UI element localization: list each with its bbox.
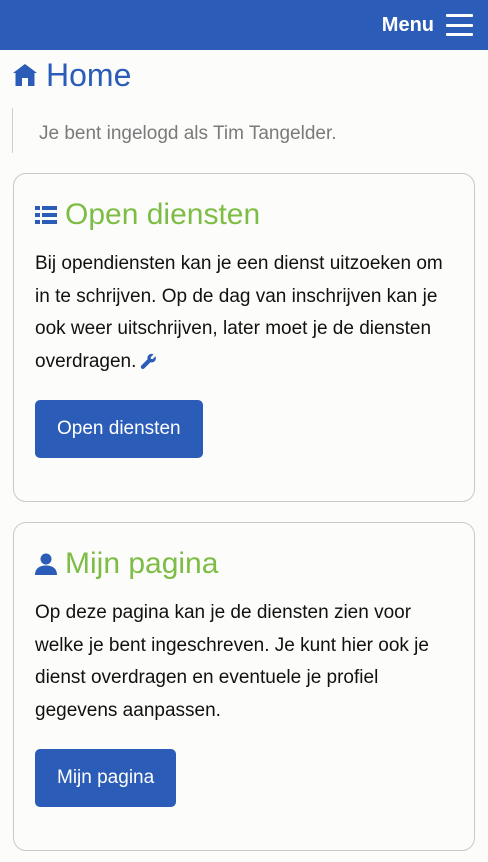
card-description: Bij opendiensten kan je een dienst uitzo… xyxy=(35,248,453,378)
wrench-icon xyxy=(141,353,157,369)
login-status-text: Je bent ingelogd als Tim Tangelder. xyxy=(39,123,337,144)
card-description: Op deze pagina kan je de diensten zien v… xyxy=(35,602,429,721)
page-title: Home xyxy=(46,56,132,93)
page-heading: Home xyxy=(0,56,488,93)
card-header: Mijn pagina xyxy=(35,545,453,583)
card-description-text: Bij opendiensten kan je een dienst uitzo… xyxy=(35,253,443,372)
mijn-pagina-button[interactable]: Mijn pagina xyxy=(35,749,177,807)
top-navbar: Menu xyxy=(0,0,488,50)
menu-label: Menu xyxy=(381,13,434,36)
card-header: Open diensten xyxy=(35,196,453,234)
login-note: Je bent ingelogd als Tim Tangelder. xyxy=(12,108,488,153)
menu-toggle-button[interactable]: Menu xyxy=(382,14,473,37)
card-title: Mijn pagina xyxy=(65,547,219,580)
card-title: Open diensten xyxy=(65,198,261,231)
mijn-pagina-card: Mijn pagina Op deze pagina kan je de die… xyxy=(13,522,475,851)
hamburger-icon xyxy=(446,14,473,36)
home-icon xyxy=(13,64,37,86)
open-diensten-card: Open diensten Bij opendiensten kan je ee… xyxy=(13,173,475,502)
list-icon xyxy=(35,206,57,224)
open-diensten-button[interactable]: Open diensten xyxy=(35,400,203,458)
user-icon xyxy=(35,553,57,575)
